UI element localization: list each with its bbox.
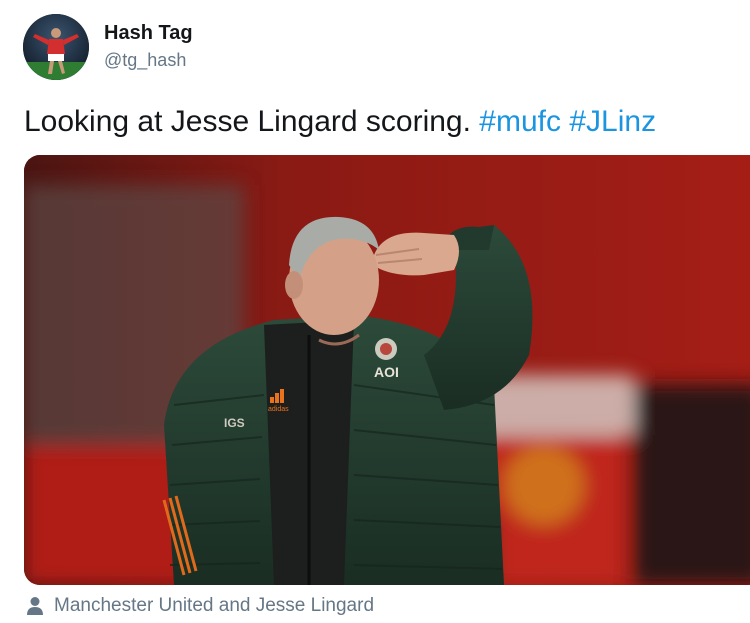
hashtag-jlinz[interactable]: #JLinz: [569, 105, 656, 138]
tweet-photo[interactable]: adidas AOI IGS: [24, 155, 750, 585]
tweet-card: Hash Tag @tg_hash Looking at Jesse Linga…: [0, 0, 750, 623]
user-display-name[interactable]: Hash Tag: [104, 22, 193, 45]
avatar-image: [23, 14, 89, 80]
tweet-body: Looking at Jesse Lingard scoring.: [24, 105, 471, 138]
photo-manager-shading-eyes: adidas AOI IGS: [24, 155, 750, 585]
sleeve-text: IGS: [224, 416, 245, 430]
tweet-text: Looking at Jesse Lingard scoring. #mufc …: [24, 104, 656, 140]
tagged-people[interactable]: Manchester United and Jesse Lingard: [26, 593, 374, 619]
svg-text:adidas: adidas: [268, 406, 289, 413]
tagged-people-label: Manchester United and Jesse Lingard: [54, 595, 375, 616]
hashtag-mufc[interactable]: #mufc: [479, 105, 561, 138]
person-icon: [26, 596, 44, 616]
user-avatar[interactable]: [23, 14, 89, 80]
user-handle[interactable]: @tg_hash: [104, 50, 186, 71]
sponsor-text: AOI: [374, 364, 399, 380]
